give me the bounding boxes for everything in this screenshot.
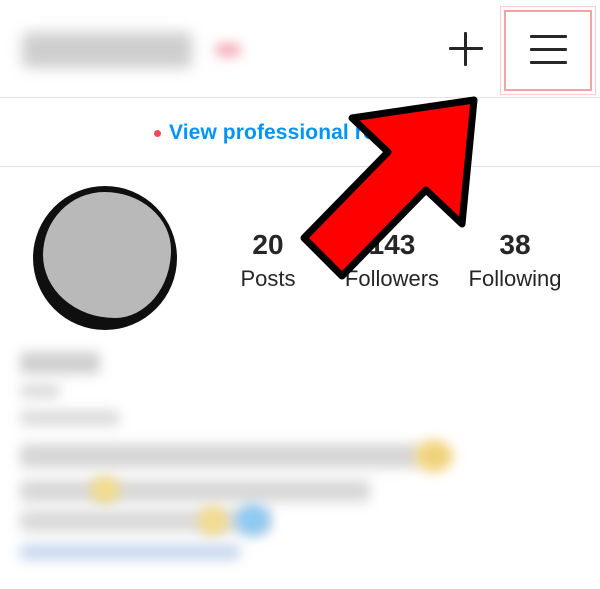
bio-name-blur bbox=[20, 352, 100, 374]
divider bbox=[0, 97, 600, 98]
notification-dot bbox=[154, 129, 161, 137]
bio-blurred bbox=[0, 340, 600, 580]
avatar-redacted bbox=[43, 192, 171, 318]
following-stat[interactable]: 38 Following bbox=[455, 228, 575, 292]
bio-link-blur[interactable] bbox=[20, 544, 240, 560]
bio-line-blur bbox=[20, 480, 370, 502]
bio-line-blur bbox=[20, 444, 420, 468]
menu-bar bbox=[530, 48, 567, 51]
posts-label: Posts bbox=[240, 266, 296, 291]
followers-stat[interactable]: 143 Followers bbox=[332, 228, 452, 292]
following-label: Following bbox=[468, 266, 562, 291]
posts-count: 20 bbox=[252, 229, 284, 260]
menu-bar bbox=[530, 61, 567, 64]
bio-emoji-blur bbox=[90, 476, 120, 504]
following-count: 38 bbox=[499, 229, 531, 260]
bio-emoji-blur bbox=[198, 506, 228, 536]
bio-emoji-blur bbox=[236, 504, 270, 536]
username-blurred[interactable] bbox=[22, 32, 192, 68]
username-notification-dot bbox=[215, 44, 241, 56]
hamburger-menu-icon[interactable] bbox=[500, 6, 596, 95]
plus-icon[interactable] bbox=[446, 28, 486, 68]
bio-line-blur bbox=[20, 384, 60, 398]
divider bbox=[0, 166, 600, 167]
menu-bar bbox=[530, 35, 567, 38]
posts-stat[interactable]: 20 Posts bbox=[208, 228, 328, 292]
bio-line-blur bbox=[20, 510, 270, 532]
bio-category-blur bbox=[20, 410, 120, 426]
view-professional-link[interactable]: View professional re bbox=[154, 118, 375, 148]
view-professional-label: View professional re bbox=[169, 121, 375, 144]
followers-label: Followers bbox=[344, 266, 440, 291]
followers-count: 143 bbox=[368, 229, 416, 260]
bio-emoji-blur bbox=[415, 440, 453, 472]
avatar[interactable] bbox=[33, 186, 177, 330]
top-bar bbox=[0, 0, 600, 97]
